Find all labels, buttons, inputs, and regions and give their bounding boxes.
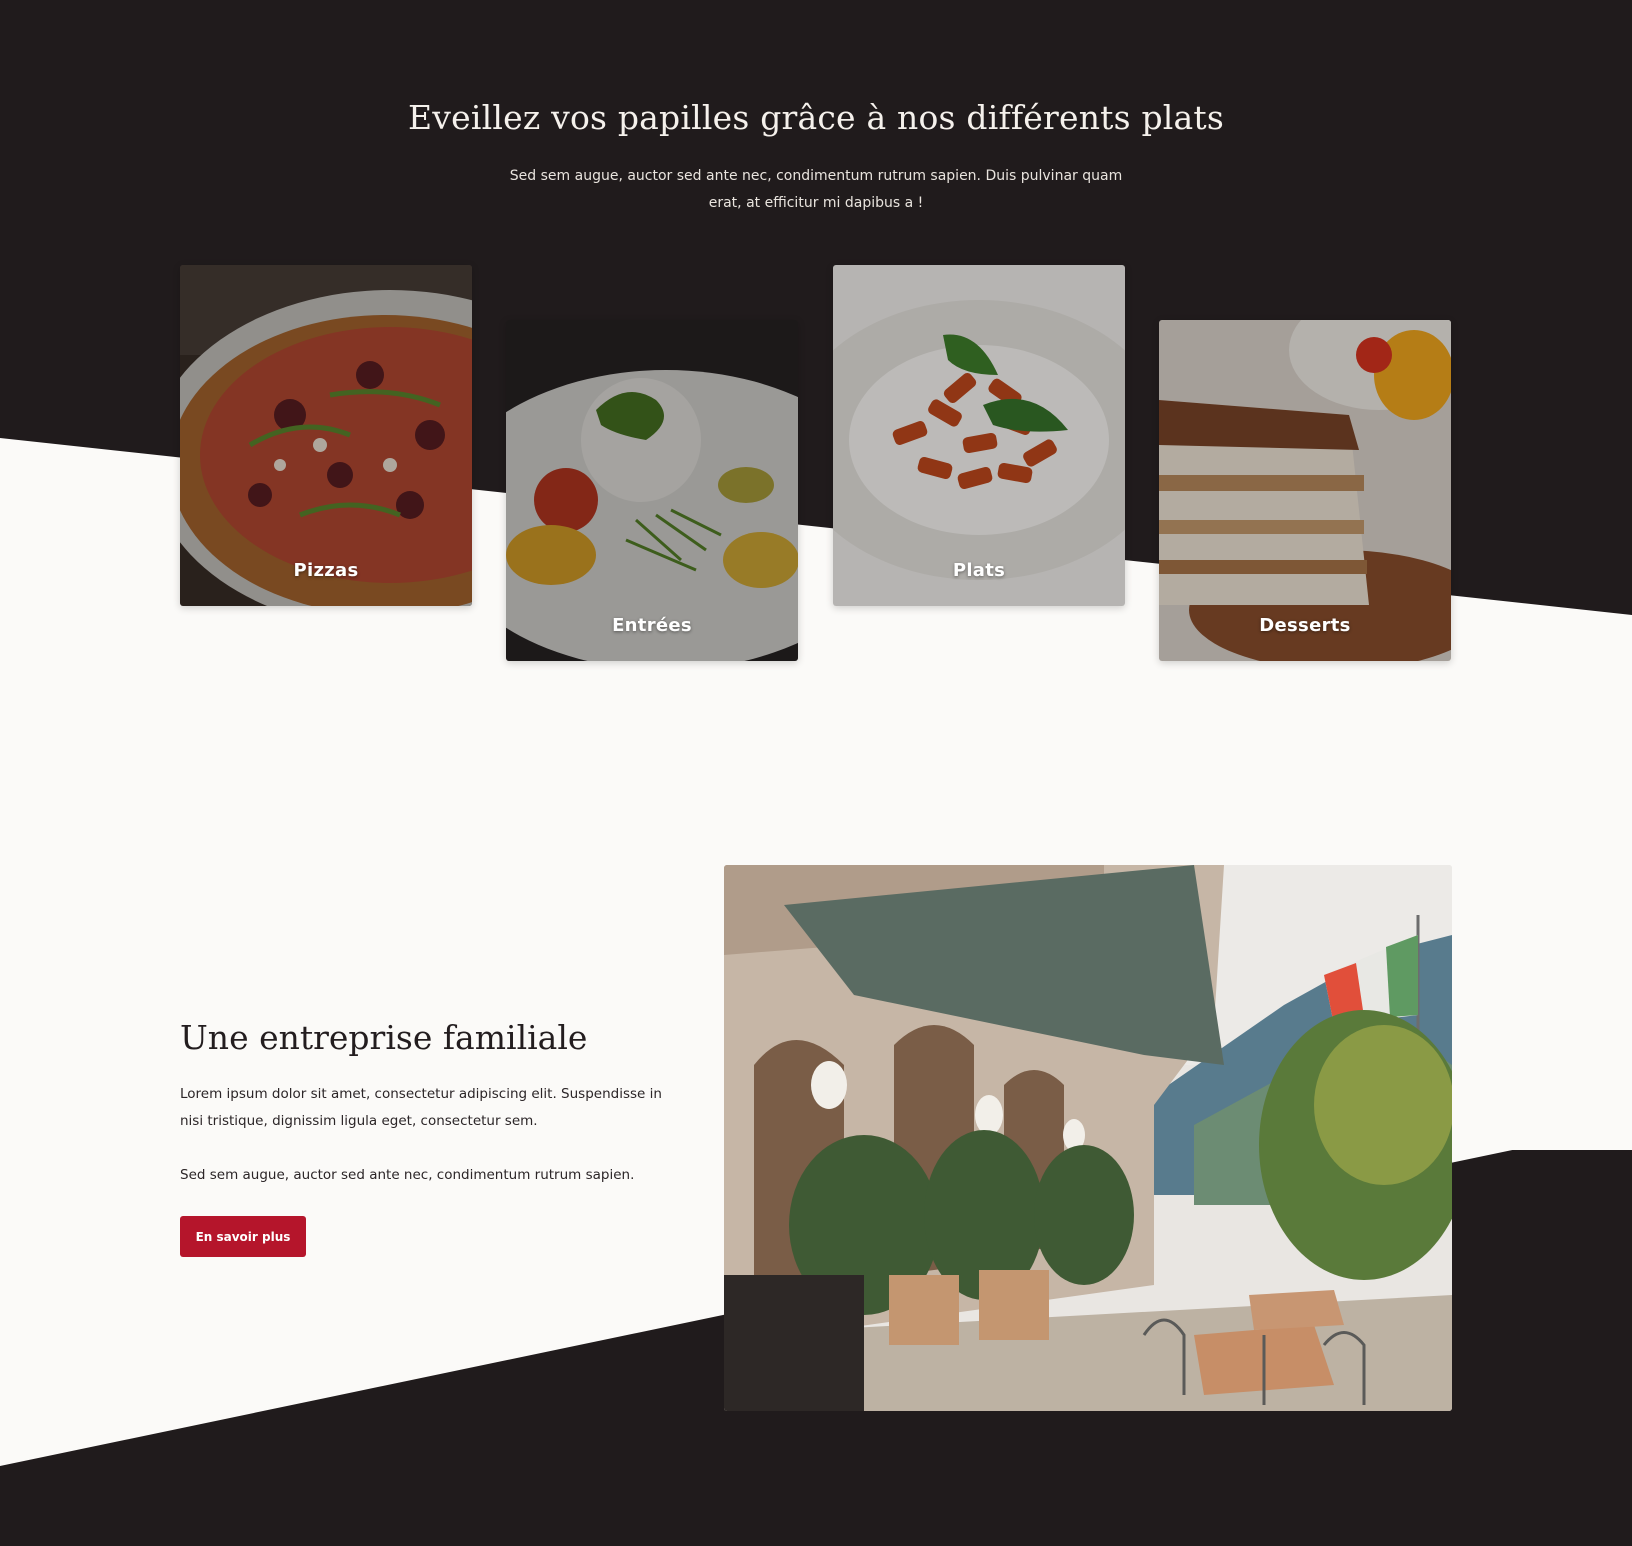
category-card-entrees[interactable]: Entrées bbox=[506, 320, 798, 661]
card-label: Pizzas bbox=[293, 560, 359, 581]
category-card-desserts[interactable]: Desserts bbox=[1159, 320, 1451, 661]
pizza-photo bbox=[180, 265, 472, 606]
menu-section-title: Eveillez vos papilles grâce à nos différ… bbox=[407, 98, 1225, 137]
card-label: Plats bbox=[952, 560, 1006, 581]
about-paragraph-2: Sed sem augue, auctor sed ante nec, cond… bbox=[180, 1167, 635, 1183]
about-section-title: Une entreprise familiale bbox=[180, 1018, 588, 1057]
rigatoni-pasta-photo bbox=[833, 265, 1125, 606]
restaurant-terrace-photo bbox=[724, 865, 1452, 1411]
card-label: Entrées bbox=[612, 615, 692, 636]
category-card-pizzas[interactable]: Pizzas bbox=[180, 265, 472, 606]
learn-more-button[interactable]: En savoir plus bbox=[180, 1216, 306, 1257]
tiramisu-photo bbox=[1159, 320, 1451, 661]
about-paragraph-1: Lorem ipsum dolor sit amet, consectetur … bbox=[180, 1086, 662, 1129]
category-card-plats[interactable]: Plats bbox=[833, 265, 1125, 606]
menu-section-description: Sed sem augue, auctor sed ante nec, cond… bbox=[509, 168, 1123, 211]
card-label: Desserts bbox=[1259, 615, 1351, 636]
burrata-starter-photo bbox=[506, 320, 798, 661]
